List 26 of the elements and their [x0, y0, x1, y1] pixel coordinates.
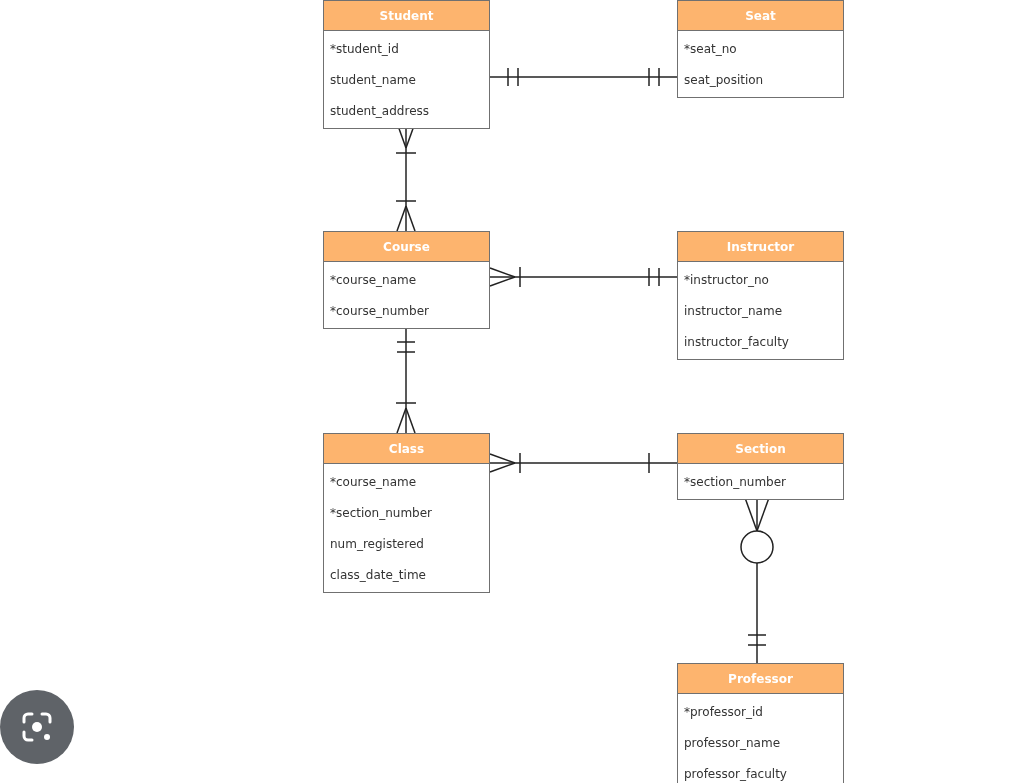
attribute-label: professor_name: [684, 734, 781, 752]
attribute-label: *professor_id: [684, 703, 763, 721]
attribute-label: class_date_time: [330, 566, 426, 584]
attribute-label: *instructor_no: [684, 271, 769, 289]
entity-title: Professor: [678, 664, 843, 694]
attribute-label: *course_number: [330, 302, 429, 320]
attribute-label: student_name: [330, 71, 416, 89]
lens-icon: [20, 710, 54, 744]
attribute-label: *course_name: [330, 473, 417, 491]
entity-title: Class: [324, 434, 489, 464]
attribute-label: instructor_faculty: [684, 333, 789, 351]
attribute-label: *section_number: [684, 473, 787, 491]
attribute-label: instructor_name: [684, 302, 783, 320]
attribute-label: *section_number: [330, 504, 433, 522]
entity-title: Seat: [678, 1, 843, 31]
attribute-label: *course_name: [330, 271, 417, 289]
entity-title: Section: [678, 434, 843, 464]
entity-title: Student: [324, 1, 489, 31]
attribute-label: student_address: [330, 102, 430, 120]
entity-title: Course: [324, 232, 489, 262]
attribute-label: professor_faculty: [684, 765, 787, 783]
attribute-label: seat_position: [684, 71, 764, 89]
attribute-label: *seat_no: [684, 40, 737, 58]
attribute-label: *student_id: [330, 40, 399, 58]
attribute-label: num_registered: [330, 535, 424, 553]
entity-title: Instructor: [678, 232, 843, 262]
